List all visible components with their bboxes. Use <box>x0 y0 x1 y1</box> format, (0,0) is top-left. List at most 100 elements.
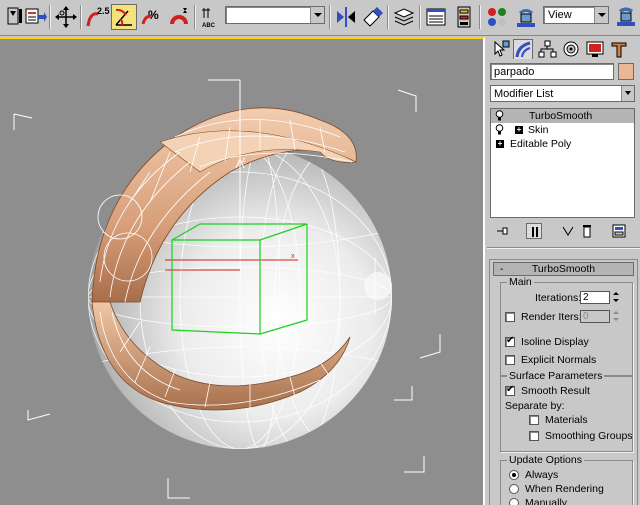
expand-plus-icon[interactable]: + <box>496 140 504 148</box>
when-rendering-radio[interactable] <box>509 484 519 494</box>
schematic-view-icon[interactable] <box>451 4 477 30</box>
edit-named-selections-icon[interactable]: ABC <box>198 4 224 30</box>
render-type-value: View <box>548 9 572 21</box>
toolbar-separator <box>49 5 51 29</box>
hierarchy-tab-icon[interactable] <box>537 39 557 59</box>
quick-render-icon[interactable] <box>613 4 639 30</box>
display-tab-icon[interactable] <box>585 39 605 59</box>
chevron-down-icon[interactable] <box>594 7 608 23</box>
smoothing-groups-label: Smoothing Groups <box>545 430 633 442</box>
svg-text:z: z <box>242 157 246 164</box>
lightbulb-icon[interactable] <box>495 124 504 136</box>
manually-label: Manually <box>525 497 568 505</box>
iterations-label: Iterations: <box>535 292 582 304</box>
chevron-down-icon[interactable] <box>310 7 324 23</box>
smooth-result-label: Smooth Result <box>521 385 590 397</box>
render-iters-checkbox[interactable] <box>505 312 515 322</box>
separate-by-label: Separate by: <box>505 400 565 412</box>
modifier-list-label: Modifier List <box>494 88 554 100</box>
select-by-name-icon[interactable] <box>22 4 48 30</box>
motion-tab-icon[interactable] <box>561 39 581 59</box>
modifier-list-dropdown[interactable]: Modifier List <box>490 85 635 102</box>
when-rendering-label: When Rendering <box>525 483 604 495</box>
toolbar-separator <box>387 5 389 29</box>
pin-stack-icon[interactable] <box>495 223 511 239</box>
mirror-icon[interactable] <box>333 4 359 30</box>
layer-manager-icon[interactable] <box>391 4 417 30</box>
materials-checkbox[interactable] <box>529 415 539 425</box>
stack-toolbar <box>490 220 635 242</box>
toolbar-separator <box>479 5 481 29</box>
percent-snap-icon[interactable]: % <box>139 4 165 30</box>
manually-radio[interactable] <box>509 498 519 505</box>
smooth-result-checkbox[interactable] <box>505 384 515 396</box>
stack-item-label: Editable Poly <box>510 138 572 150</box>
snaps-toggle-icon[interactable]: 2.5 <box>84 4 110 30</box>
render-iters-spinner[interactable]: 0 <box>580 310 610 323</box>
smoothing-groups-checkbox[interactable] <box>529 431 539 441</box>
remove-modifier-icon[interactable] <box>579 223 595 239</box>
stack-item-skin[interactable]: + Skin <box>491 123 634 137</box>
toolbar-separator <box>419 5 421 29</box>
isoline-display-checkbox[interactable] <box>505 335 515 347</box>
group-title: Main <box>507 276 534 288</box>
render-iters-label: Render Iters: <box>521 311 582 323</box>
toolbar-separator <box>80 5 82 29</box>
svg-text:x: x <box>291 253 295 260</box>
spinner-snap-icon[interactable] <box>166 4 192 30</box>
stack-item-label: TurboSmooth <box>529 110 593 122</box>
surface-parameters-group: Surface Parameters Smooth Result Separat… <box>500 370 633 452</box>
update-options-group: Update Options Always When Rendering Man… <box>500 454 633 505</box>
angle-snap-icon[interactable] <box>111 4 137 30</box>
materials-label: Materials <box>545 414 588 426</box>
explicit-normals-label: Explicit Normals <box>521 354 597 366</box>
material-editor-icon[interactable] <box>484 4 510 30</box>
toolbar-separator <box>194 5 196 29</box>
configure-modifier-sets-icon[interactable] <box>611 223 627 239</box>
toolbar-separator <box>329 5 331 29</box>
turbosmooth-rollout: - TurboSmooth Main Iterations: 2 Render … <box>489 259 638 505</box>
make-unique-icon[interactable] <box>560 223 576 239</box>
stack-item-turbosmooth[interactable]: TurboSmooth <box>491 109 634 123</box>
iterations-spinner[interactable]: 2 <box>580 291 610 304</box>
perspective-viewport[interactable]: z x <box>0 37 485 505</box>
svg-text:ABC: ABC <box>202 23 216 29</box>
group-title: Surface Parameters <box>507 370 605 382</box>
rollout-title-bar[interactable]: - TurboSmooth <box>493 262 634 276</box>
always-label: Always <box>525 469 559 481</box>
rollout-title: TurboSmooth <box>531 263 596 275</box>
main-toolbar: 2.5 % ABC View <box>0 0 640 36</box>
create-tab-icon[interactable] <box>491 39 511 59</box>
show-end-result-icon[interactable] <box>526 223 542 239</box>
viewport-scene: z x <box>13 79 441 499</box>
lightbulb-icon[interactable] <box>495 110 504 122</box>
max-window: 2.5 % ABC View z x parpado Modifier List… <box>0 0 640 505</box>
panel-divider <box>487 247 640 249</box>
spinner-arrows-icon[interactable] <box>612 310 619 323</box>
group-title: Update Options <box>507 454 584 466</box>
stack-item-label: Skin <box>528 124 549 136</box>
always-radio[interactable] <box>509 470 519 480</box>
curve-editor-icon[interactable] <box>423 4 449 30</box>
object-color-swatch[interactable] <box>618 63 634 80</box>
isoline-display-label: Isoline Display <box>521 336 589 348</box>
render-type-dropdown[interactable]: View <box>543 6 609 24</box>
modifier-stack[interactable]: TurboSmooth + Skin + Editable Poly <box>490 108 635 218</box>
stack-item-editable-poly[interactable]: + Editable Poly <box>491 137 634 151</box>
align-icon[interactable] <box>359 4 385 30</box>
spinner-arrows-icon[interactable] <box>612 291 619 304</box>
snap-value-text: 2.5 <box>97 6 110 16</box>
modify-tab-icon[interactable] <box>513 39 533 59</box>
utilities-tab-icon[interactable] <box>609 39 629 59</box>
object-name-field[interactable]: parpado <box>490 63 614 80</box>
main-group: Main Iterations: 2 Render Iters: 0 Isoli… <box>500 276 633 376</box>
named-selection-sets-dropdown[interactable] <box>225 6 325 24</box>
expand-plus-icon[interactable]: + <box>515 126 523 134</box>
select-and-move-icon[interactable] <box>53 4 79 30</box>
render-scene-icon[interactable] <box>513 4 539 30</box>
command-panel: parpado Modifier List TurboSmooth + Skin… <box>487 37 640 505</box>
explicit-normals-checkbox[interactable] <box>505 355 515 365</box>
chevron-down-icon[interactable] <box>621 86 634 101</box>
collapse-icon[interactable]: - <box>500 263 504 275</box>
iris-highlight <box>364 272 392 300</box>
